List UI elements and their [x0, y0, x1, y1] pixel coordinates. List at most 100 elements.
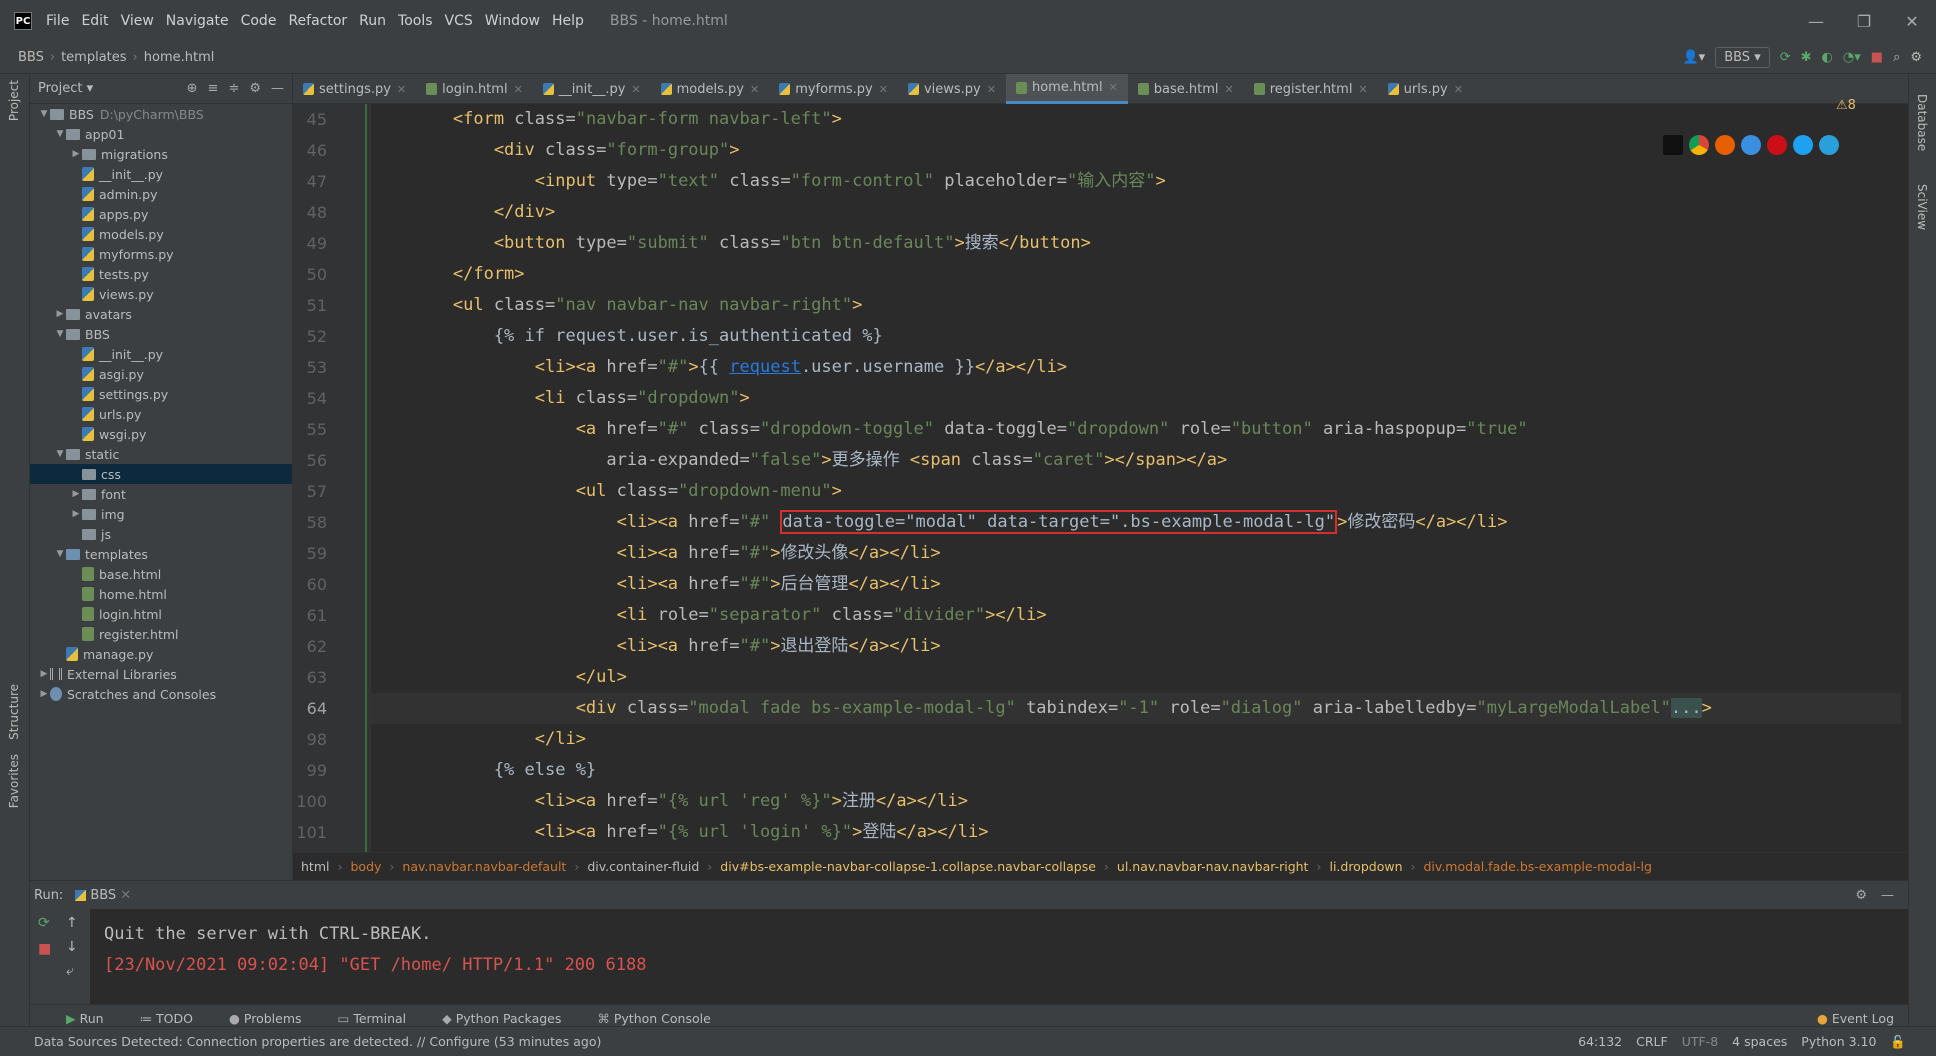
tree-item[interactable]: js	[30, 524, 292, 544]
close-icon[interactable]: ✕	[1358, 83, 1367, 96]
bottom-tab-run[interactable]: ▶ Run	[48, 1011, 104, 1026]
code-editor[interactable]: <form class="navbar-form navbar-left"> <…	[371, 104, 1901, 852]
tree-item[interactable]: register.html	[30, 624, 292, 644]
down-arrow-icon[interactable]: ↓	[66, 939, 78, 955]
event-log-button[interactable]: ● Event Log	[1817, 1011, 1894, 1026]
breadcrumb-item[interactable]: div.modal.fade.bs-example-modal-lg	[1424, 859, 1652, 874]
tree-item[interactable]: ▼ BBS	[30, 324, 292, 344]
edge-icon[interactable]	[1819, 135, 1839, 155]
user-icon[interactable]: 👤▾	[1682, 50, 1705, 65]
menu-item-navigate[interactable]: Navigate	[166, 13, 229, 29]
safari-icon[interactable]	[1741, 135, 1761, 155]
collapse-all-icon[interactable]: ≑	[228, 81, 239, 96]
close-icon[interactable]: ✕	[120, 888, 131, 903]
menu-item-file[interactable]: File	[46, 13, 69, 29]
chevron-down-icon[interactable]: ▼	[54, 129, 66, 139]
nav-crumb-item[interactable]: BBS	[18, 50, 44, 65]
soft-wrap-icon[interactable]: ⤶	[66, 963, 74, 979]
close-icon[interactable]: ✕	[397, 83, 406, 96]
bottom-tab-todo[interactable]: ≔ TODO	[122, 1011, 193, 1026]
tree-item[interactable]: ▶ avatars	[30, 304, 292, 324]
menu-item-help[interactable]: Help	[552, 13, 584, 29]
bottom-tab-python-packages[interactable]: ◆ Python Packages	[424, 1011, 561, 1026]
code-line[interactable]: <li><a href="#">修改头像</a></li>	[371, 538, 1901, 569]
tree-item[interactable]: ▼ templates	[30, 544, 292, 564]
code-line[interactable]: <a href="#" class="dropdown-toggle" data…	[371, 414, 1901, 445]
project-view-select[interactable]: Project ▾	[38, 81, 93, 96]
tree-item[interactable]: apps.py	[30, 204, 292, 224]
code-line[interactable]: <li class="dropdown">	[371, 383, 1901, 414]
close-icon[interactable]: ✕	[1109, 81, 1118, 94]
chevron-right-icon[interactable]: ▶	[70, 509, 82, 519]
gear-icon[interactable]: ⚙	[1855, 888, 1867, 903]
tree-item[interactable]: manage.py	[30, 644, 292, 664]
chevron-right-icon[interactable]: ▶	[70, 489, 82, 499]
search-icon[interactable]: ⌕	[1893, 50, 1900, 65]
bottom-tab-problems[interactable]: ● Problems	[211, 1011, 302, 1026]
debug-icon[interactable]: ✱	[1801, 50, 1812, 65]
code-line[interactable]: </li>	[371, 724, 1901, 755]
close-icon[interactable]: ✕	[1888, 12, 1936, 31]
rerun-icon[interactable]: ⟳	[1780, 50, 1791, 65]
tree-item[interactable]: __init__.py	[30, 344, 292, 364]
close-icon[interactable]: ✕	[750, 83, 759, 96]
tree-item[interactable]: views.py	[30, 284, 292, 304]
coverage-icon[interactable]: ◐	[1822, 50, 1833, 65]
file-encoding[interactable]: UTF-8	[1682, 1034, 1718, 1050]
nav-crumb-item[interactable]: home.html	[144, 50, 215, 65]
hide-icon[interactable]: —	[1881, 888, 1894, 903]
up-arrow-icon[interactable]: ↑	[66, 915, 78, 931]
menu-item-window[interactable]: Window	[485, 13, 540, 29]
close-icon[interactable]: ✕	[631, 83, 640, 96]
sciview-tool-tab[interactable]: SciView	[1915, 184, 1929, 230]
menu-item-run[interactable]: Run	[359, 13, 386, 29]
close-icon[interactable]: ✕	[1225, 83, 1234, 96]
tree-item[interactable]: tests.py	[30, 264, 292, 284]
code-line[interactable]: {% if request.user.is_authenticated %}	[371, 321, 1901, 352]
chevron-down-icon[interactable]: ▼	[54, 329, 66, 339]
settings-icon[interactable]: ⚙	[1910, 50, 1922, 65]
code-line[interactable]: <button type="submit" class="btn btn-def…	[371, 228, 1901, 259]
tree-item[interactable]: ▶ Scratches and Consoles	[30, 684, 292, 704]
chrome-icon[interactable]	[1689, 135, 1709, 155]
tab-login-html[interactable]: login.html ✕	[416, 74, 533, 104]
code-line[interactable]: <li><a href="#">后台管理</a></li>	[371, 569, 1901, 600]
code-line[interactable]: <li><a href="{% url 'reg' %}">注册</a></li…	[371, 786, 1901, 817]
profile-icon[interactable]: ◔▾	[1843, 50, 1861, 65]
menu-item-view[interactable]: View	[121, 13, 154, 29]
tab-base-html[interactable]: base.html ✕	[1128, 74, 1244, 104]
breadcrumb-item[interactable]: html	[301, 859, 329, 874]
tree-item[interactable]: ▼ app01	[30, 124, 292, 144]
tree-item[interactable]: admin.py	[30, 184, 292, 204]
breadcrumb-item[interactable]: nav.navbar.navbar-default	[402, 859, 566, 874]
code-line[interactable]: <ul class="nav navbar-nav navbar-right">	[371, 290, 1901, 321]
code-line[interactable]: <div class="modal fade bs-example-modal-…	[371, 693, 1901, 724]
close-icon[interactable]: ✕	[879, 83, 888, 96]
menu-item-edit[interactable]: Edit	[81, 13, 108, 29]
code-line[interactable]: <li role="separator" class="divider"></l…	[371, 600, 1901, 631]
tree-item[interactable]: settings.py	[30, 384, 292, 404]
status-message[interactable]: Data Sources Detected: Connection proper…	[34, 1034, 601, 1049]
tab-models-py[interactable]: models.py ✕	[651, 74, 770, 104]
tree-item[interactable]: css	[30, 464, 292, 484]
code-line[interactable]: aria-expanded="false">更多操作 <span class="…	[371, 445, 1901, 476]
tree-item[interactable]: ▶ migrations	[30, 144, 292, 164]
code-line[interactable]: <li><a href="#">{{ request.user.username…	[371, 352, 1901, 383]
tree-item[interactable]: models.py	[30, 224, 292, 244]
pycharm-browser-icon[interactable]	[1663, 135, 1683, 155]
line-separator[interactable]: CRLF	[1636, 1034, 1668, 1050]
code-line[interactable]: {% else %}	[371, 755, 1901, 786]
gear-icon[interactable]: ⚙	[249, 81, 261, 96]
project-tool-tab[interactable]: Project	[7, 80, 21, 121]
nav-crumb-item[interactable]: templates	[61, 50, 126, 65]
code-line[interactable]: <li><a href="#">退出登陆</a></li>	[371, 631, 1901, 662]
code-line[interactable]: <form class="navbar-form navbar-left">	[371, 104, 1901, 135]
stop-icon[interactable]: ■	[1871, 50, 1883, 65]
code-line[interactable]: <ul class="dropdown-menu">	[371, 476, 1901, 507]
tab-urls-py[interactable]: urls.py ✕	[1378, 74, 1473, 104]
bottom-tab-terminal[interactable]: ▭ Terminal	[320, 1011, 407, 1026]
menu-item-code[interactable]: Code	[241, 13, 277, 29]
tree-item[interactable]: myforms.py	[30, 244, 292, 264]
tree-item[interactable]: urls.py	[30, 404, 292, 424]
caret-position[interactable]: 64:132	[1578, 1034, 1622, 1050]
